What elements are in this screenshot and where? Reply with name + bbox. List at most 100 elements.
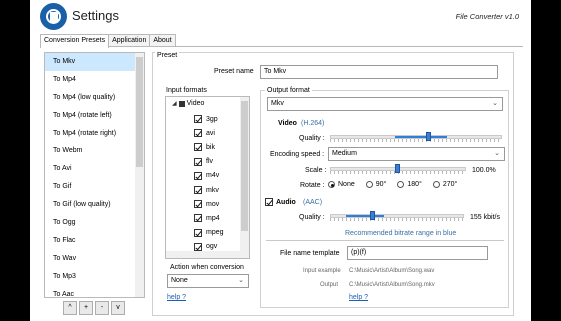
format-item[interactable]: flv — [194, 157, 213, 166]
audio-quality-label: Quality : — [299, 214, 325, 221]
audio-quality-slider[interactable] — [330, 211, 464, 221]
output-help-link[interactable]: help ? — [349, 294, 368, 301]
format-label: avi — [206, 129, 215, 137]
action-select-value: None — [171, 277, 188, 284]
move-down-button[interactable]: v — [111, 301, 125, 315]
format-checkbox[interactable] — [194, 171, 202, 180]
format-item[interactable]: m4v — [194, 171, 220, 180]
presets-scrollbar[interactable] — [135, 53, 144, 297]
action-select[interactable]: None ⌄ — [167, 274, 249, 288]
output-format-select[interactable]: Mkv ⌄ — [267, 97, 503, 111]
presets-scrollbar-thumb[interactable] — [136, 57, 143, 167]
video-quality-thumb[interactable] — [426, 132, 432, 141]
partial-check-icon[interactable] — [178, 100, 185, 107]
scale-thumb[interactable] — [395, 164, 401, 173]
rotate-none-label: None — [338, 181, 355, 188]
format-item[interactable]: ogv — [194, 242, 217, 251]
rotate-180-label: 180° — [407, 181, 422, 188]
app-version: File Converter v1.0 — [455, 12, 519, 21]
preset-list-item[interactable]: To Avi — [45, 160, 144, 178]
format-item[interactable]: 3gp — [194, 115, 218, 123]
format-checkbox[interactable] — [194, 115, 202, 123]
format-label: mpeg — [206, 229, 224, 237]
format-label: mkv — [206, 186, 219, 194]
preset-list-item[interactable]: To Webm — [45, 142, 144, 160]
input-formats-scrollbar[interactable] — [240, 97, 249, 258]
add-preset-button[interactable]: + — [79, 301, 93, 315]
preset-list-item[interactable]: To Gif — [45, 178, 144, 196]
format-item[interactable]: mkv — [194, 186, 219, 194]
input-example-value: C:\Music\Artist\Album\Song.wav — [349, 268, 435, 274]
audio-quality-thumb[interactable] — [370, 211, 376, 220]
remove-preset-button[interactable]: - — [95, 301, 109, 315]
format-item[interactable]: mpeg — [194, 228, 224, 237]
audio-checkbox[interactable] — [265, 198, 273, 206]
input-example-label: Input example — [303, 268, 341, 274]
tab-panel-border — [40, 46, 523, 47]
action-help-link[interactable]: help ? — [167, 294, 186, 301]
encoding-speed-select[interactable]: Medium ⌄ — [328, 147, 505, 161]
format-label: m4v — [206, 172, 220, 180]
preset-list-item[interactable]: To Wav — [45, 250, 144, 268]
preset-name-input[interactable]: To Mkv — [260, 65, 498, 79]
rotate-label: Rotate : — [300, 182, 325, 189]
encoding-speed-label: Encoding speed : — [270, 151, 325, 158]
format-checkbox[interactable] — [194, 200, 202, 209]
action-label: Action when conversion — [170, 264, 244, 271]
format-checkbox[interactable] — [194, 143, 202, 152]
radio-selected-icon[interactable] — [328, 181, 335, 188]
rotate-none-option[interactable]: None — [328, 181, 355, 188]
radio-icon[interactable] — [432, 181, 440, 188]
rotate-90-label: 90° — [375, 181, 387, 188]
format-item[interactable]: mp4 — [194, 214, 220, 223]
format-label: bik — [206, 143, 215, 151]
format-checkbox[interactable] — [194, 242, 202, 251]
audio-quality-value: 155 kbit/s — [470, 214, 500, 221]
format-checkbox[interactable] — [194, 228, 202, 237]
format-checkbox[interactable] — [194, 186, 202, 194]
recommended-bitrate-note: Recommended bitrate range in blue — [345, 230, 457, 237]
preset-list-item[interactable]: To Gif (low quality) — [45, 196, 144, 214]
file-name-template-input[interactable]: (p)(f) — [347, 246, 488, 260]
title-bar: Settings File Converter v1.0 — [30, 0, 531, 32]
preset-list-item[interactable]: To Ogg — [45, 214, 144, 232]
radio-icon[interactable] — [397, 181, 405, 188]
format-label: 3gp — [206, 115, 218, 123]
rotate-180-option[interactable]: 180° — [397, 181, 422, 188]
move-up-button[interactable]: ^ — [63, 301, 77, 315]
input-formats-tree[interactable]: ◢ Video 3gp avi bik flv m4v mkv mov mp4 mpeg ogv — [165, 96, 250, 259]
format-item[interactable]: bik — [194, 143, 215, 152]
preset-list-item[interactable]: To Mp3 — [45, 268, 144, 286]
rotate-options: None 90° 180° 270° — [328, 181, 464, 188]
preset-list-item[interactable]: To Flac — [45, 232, 144, 250]
output-example-value: C:\Music\Artist\Album\Song.mkv — [349, 282, 435, 288]
audio-toggle[interactable]: Audio — [265, 198, 296, 206]
preset-list-item[interactable]: To Mkv — [45, 53, 144, 71]
format-checkbox[interactable] — [194, 157, 202, 166]
chevron-down-icon: ⌄ — [238, 277, 244, 284]
preset-list-item[interactable]: To Mp4 — [45, 71, 144, 89]
format-item[interactable]: avi — [194, 129, 215, 138]
input-formats-hscrollbar[interactable] — [166, 251, 249, 258]
preset-list-item[interactable]: To Mp4 (rotate right) — [45, 125, 144, 143]
presets-list[interactable]: To Mkv To Mp4 To Mp4 (low quality) To Mp4 (… — [44, 52, 145, 298]
preset-list-item[interactable]: To Aac — [45, 286, 144, 297]
input-formats-scrollbar-thumb[interactable] — [241, 101, 248, 231]
format-item[interactable]: mov — [194, 200, 220, 209]
preset-list-item[interactable]: To Mp4 (rotate left) — [45, 107, 144, 125]
radio-icon[interactable] — [365, 181, 373, 188]
format-checkbox[interactable] — [194, 129, 202, 138]
tab-conversion-presets[interactable]: Conversion Presets — [40, 34, 110, 48]
video-quality-slider[interactable] — [330, 132, 502, 142]
scale-slider[interactable] — [330, 164, 466, 174]
video-codec: (H.264) — [301, 120, 325, 127]
file-converter-logo-icon — [40, 3, 67, 30]
tree-root-video[interactable]: ◢ Video — [172, 100, 204, 107]
rotate-90-option[interactable]: 90° — [365, 181, 387, 188]
format-label: mov — [206, 200, 220, 208]
preset-list-item[interactable]: To Mp4 (low quality) — [45, 89, 144, 107]
rotate-270-label: 270° — [442, 181, 458, 188]
rotate-270-option[interactable]: 270° — [432, 181, 458, 188]
format-checkbox[interactable] — [194, 214, 202, 223]
collapse-arrow-icon[interactable]: ◢ — [172, 100, 177, 107]
